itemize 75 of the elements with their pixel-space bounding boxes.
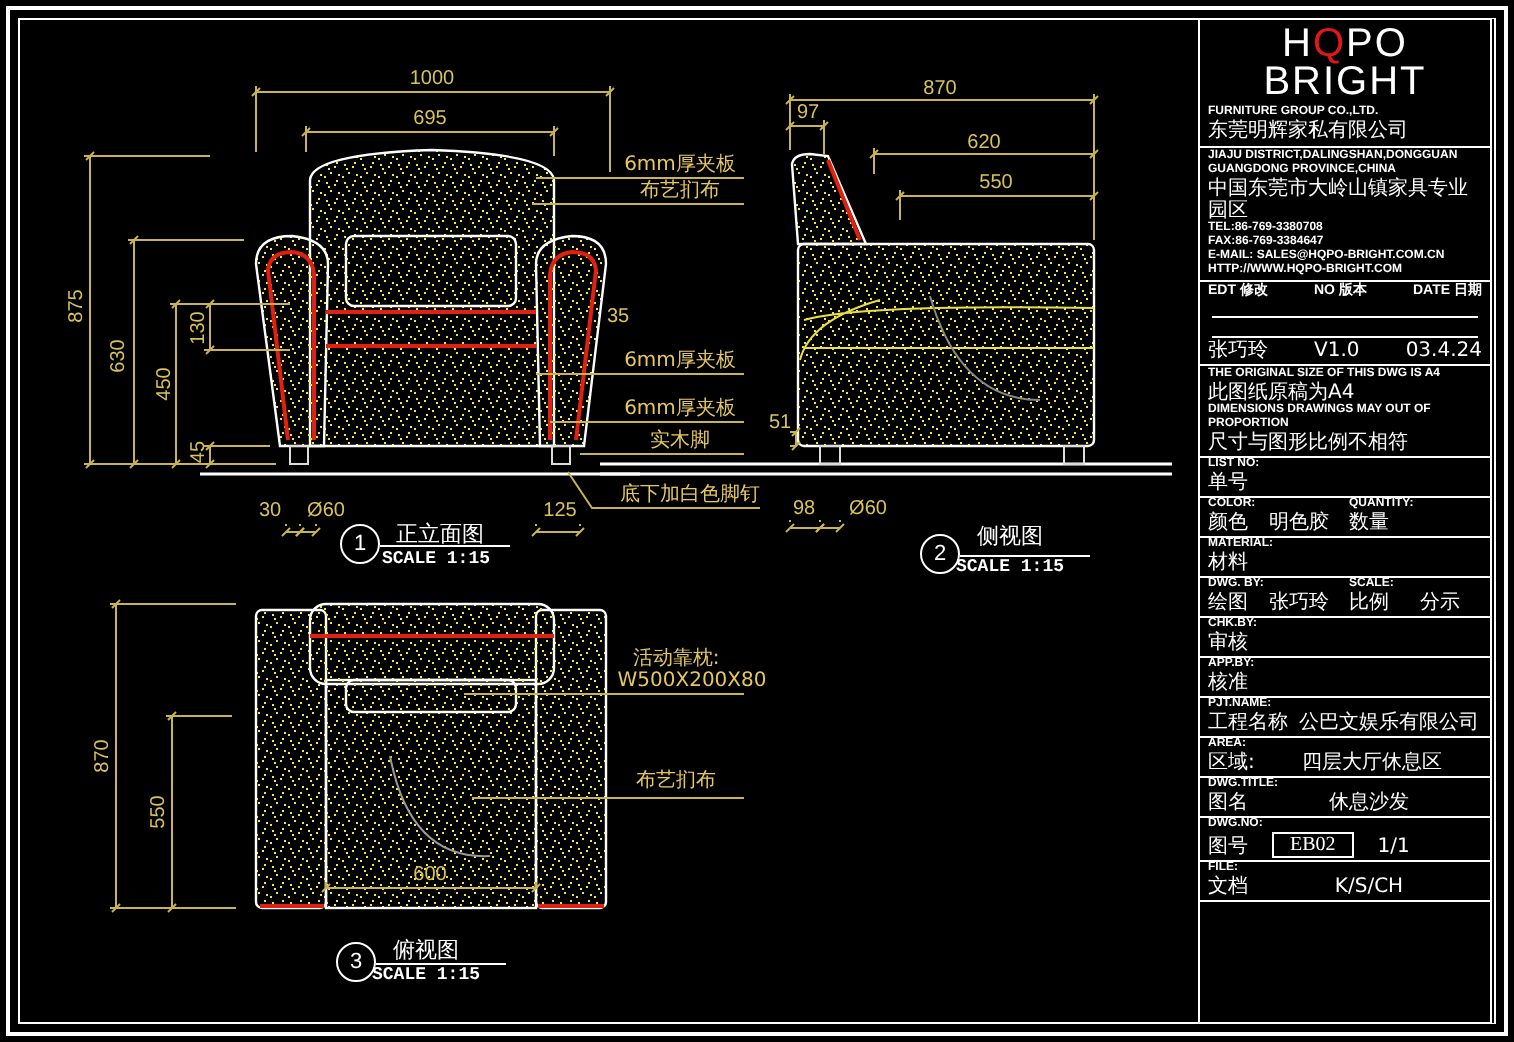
annotation-label: 布艺扪布 (636, 772, 716, 792)
drawing-number: EB02 (1272, 832, 1354, 858)
field-value: 分示 (1417, 592, 1462, 614)
company-name: 东莞明辉家私有限公司 (1208, 120, 1410, 142)
field-value: 公巴文娱乐有限公司 (1297, 712, 1481, 734)
field-label: 审核 (1208, 632, 1248, 654)
field-label: 区域: (1208, 752, 1255, 774)
annotation-label: 6mm厚夹板 (624, 352, 736, 372)
field-value: 四层大厅休息区 (1300, 752, 1445, 774)
dimension-label: 870 (94, 739, 114, 773)
field-label: 绘图 (1208, 592, 1248, 614)
dimension-label: 30 (258, 502, 282, 522)
field-label: 图号 (1208, 836, 1248, 858)
annotation-label: 6mm厚夹板 (624, 156, 736, 176)
dimension-label: 600 (413, 866, 447, 886)
revision-date: 03.4.24 (1405, 340, 1482, 362)
dimension-label: Ø60 (849, 500, 887, 520)
logo-text: PO (1346, 22, 1408, 66)
field-label: 颜色 (1208, 512, 1248, 534)
logo-text: H (1282, 22, 1313, 66)
dimension-label: 550 (979, 174, 1013, 194)
note-text: 尺寸与图形比例不相符 (1208, 432, 1410, 454)
field-value: 休息沙发 (1327, 792, 1411, 814)
revision-author: 张巧玲 (1208, 340, 1268, 362)
dimension-label: 98 (792, 500, 816, 520)
field-label: 图名 (1208, 792, 1248, 814)
field-label: 单号 (1208, 472, 1248, 494)
annotation-label: 布艺扪布 (640, 182, 720, 202)
annotation-label: 6mm厚夹板 (624, 400, 736, 420)
view-title: 俯视图 (393, 939, 459, 961)
scale-label: SCALE 1:15 (372, 967, 480, 985)
view-number: 1 (340, 524, 380, 564)
title-underline (379, 545, 511, 547)
logo-text: Q (1312, 22, 1347, 66)
dimension-label: 450 (156, 367, 176, 401)
annotation-label: 实木脚 (650, 432, 710, 452)
logo-text: BRIGHT (1261, 64, 1429, 102)
dimension-label: Ø60 (307, 502, 345, 522)
address-text: 中国东莞市大岭山镇家具专业园区 (1208, 178, 1470, 222)
dimension-label: 125 (543, 502, 577, 522)
dimension-label: 875 (68, 289, 88, 323)
dimension-label: 130 (190, 311, 210, 345)
note-text: 此图纸原稿为A4 (1208, 382, 1357, 404)
annotation-label: W500X200X80 (617, 672, 767, 692)
dimension-label: 1000 (409, 70, 455, 90)
dimension-label: 620 (967, 134, 1001, 154)
view-title: 侧视图 (977, 525, 1043, 547)
field-value: 张巧玲 (1266, 592, 1331, 614)
scale-label: SCALE 1:15 (956, 559, 1064, 577)
dimension-label: 45 (190, 440, 210, 464)
dimension-label: 97 (796, 104, 820, 124)
dimension-label: 51 (768, 414, 792, 434)
revision-number: V1.0 (1314, 340, 1360, 362)
dimension-line (789, 427, 801, 451)
title-underline (959, 555, 1091, 557)
annotation-label: 活动靠枕: (632, 650, 720, 670)
dimension-label: 695 (413, 110, 447, 130)
field-value: 明色胶 (1266, 512, 1331, 534)
field-label: 核准 (1208, 672, 1248, 694)
field-label: 比例 (1349, 592, 1389, 614)
field-label: 数量 (1349, 512, 1389, 534)
scale-label: SCALE 1:15 (382, 551, 490, 569)
title-underline (375, 963, 507, 965)
dimension-label: 35 (606, 308, 630, 328)
dimension-label: 630 (110, 339, 130, 373)
field-label: 工程名称 (1208, 712, 1288, 734)
annotation-label: 底下加白色脚钉 (620, 486, 760, 506)
dimension-label: 550 (150, 795, 170, 829)
field-label: 文档 (1208, 876, 1248, 898)
dimension-line (531, 523, 585, 537)
field-label: 材料 (1208, 552, 1248, 574)
sheet-number: 1/1 (1377, 836, 1410, 858)
field-value: K/S/CH (1332, 876, 1406, 898)
view-title: 正立面图 (396, 523, 484, 545)
dimension-label: 870 (923, 80, 957, 100)
